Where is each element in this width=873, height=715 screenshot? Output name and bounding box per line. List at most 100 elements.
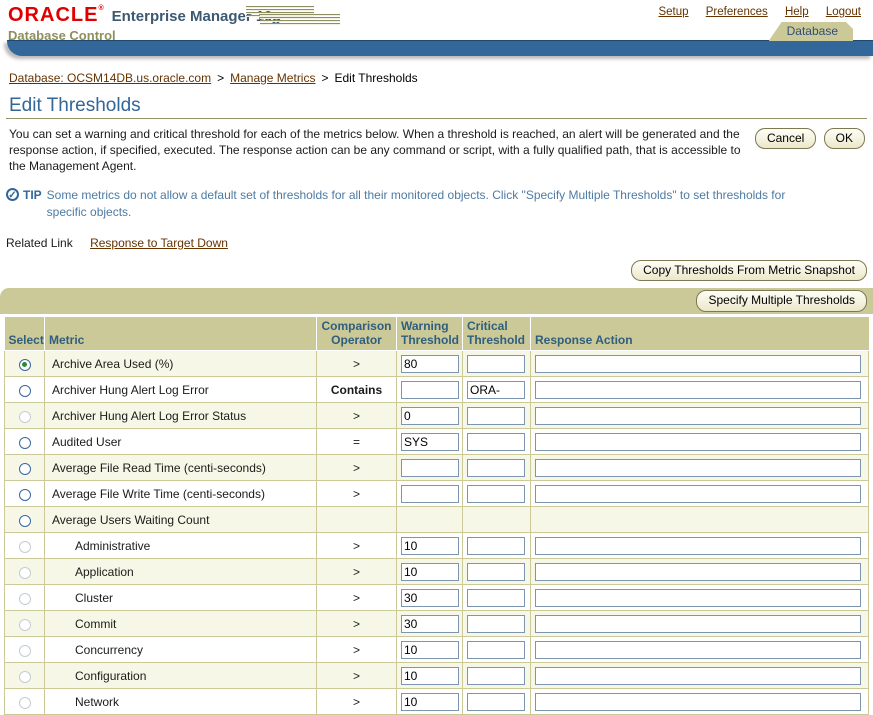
table-row: Administrative > [5,533,869,559]
setup-link[interactable]: Setup [658,6,688,18]
logout-link[interactable]: Logout [826,6,861,18]
copy-thresholds-button[interactable]: Copy Thresholds From Metric Snapshot [631,260,867,281]
critical-threshold-input[interactable] [467,615,525,633]
tip-note: ✓ TIP Some metrics do not allow a defaul… [6,187,873,219]
global-links: Setup Preferences Help Logout [644,6,861,18]
response-to-target-down-link[interactable]: Response to Target Down [90,236,228,250]
warning-threshold-input[interactable] [401,615,459,633]
tab-database[interactable]: Database [769,22,853,41]
warning-threshold-input[interactable] [401,667,459,685]
col-header-comparison-operator: Comparison Operator [317,317,397,351]
warning-threshold-input[interactable] [401,433,459,451]
table-row: Configuration > [5,663,869,689]
comparison-operator: > [317,559,397,585]
breadcrumb: Database: OCSM14DB.us.oracle.com>Manage … [9,71,873,85]
page-title: Edit Thresholds [9,95,873,117]
comparison-operator: > [317,663,397,689]
response-action-input[interactable] [535,485,861,503]
critical-threshold-input[interactable] [467,433,525,451]
response-action-input[interactable] [535,693,861,711]
select-radio[interactable] [19,489,31,501]
response-action-input[interactable] [535,407,861,425]
warning-threshold-input[interactable] [401,537,459,555]
warning-threshold-input[interactable] [401,693,459,711]
response-action-input[interactable] [535,381,861,399]
table-header-row: Select Metric Comparison Operator Warnin… [5,317,869,351]
critical-threshold-input[interactable] [467,407,525,425]
critical-threshold-input[interactable] [467,459,525,477]
select-radio [19,411,31,423]
select-radio [19,593,31,605]
warning-threshold-input[interactable] [401,589,459,607]
breadcrumb-current: Edit Thresholds [335,71,418,85]
database-control-subtitle: Database Control [8,28,865,43]
table-row: Average Users Waiting Count [5,507,869,533]
comparison-operator: > [317,533,397,559]
critical-threshold-input[interactable] [467,641,525,659]
comparison-operator [317,507,397,533]
select-radio [19,645,31,657]
select-radio[interactable] [19,437,31,449]
comparison-operator: > [317,481,397,507]
cancel-button[interactable]: Cancel [755,128,816,149]
ok-button[interactable]: OK [824,128,865,149]
table-row: Cluster > [5,585,869,611]
help-link[interactable]: Help [785,6,809,18]
table-row: Archiver Hung Alert Log Error Contains [5,377,869,403]
critical-threshold-input[interactable] [467,381,525,399]
tip-check-icon: ✓ [6,188,19,201]
warning-threshold-input[interactable] [401,407,459,425]
response-action-input[interactable] [535,537,861,555]
critical-threshold-input[interactable] [467,355,525,373]
related-link-section: Related Link Response to Target Down [6,236,873,250]
page-description: You can set a warning and critical thres… [9,127,755,174]
table-row: Archive Area Used (%) > [5,351,869,377]
select-radio[interactable] [19,385,31,397]
response-action-input[interactable] [535,589,861,607]
critical-threshold-input[interactable] [467,563,525,581]
comparison-operator: > [317,637,397,663]
comparison-operator: > [317,351,397,377]
oracle-logo: ORACLE® [8,5,105,25]
critical-threshold-input[interactable] [467,537,525,555]
select-radio [19,619,31,631]
warning-threshold-input[interactable] [401,355,459,373]
response-action-input[interactable] [535,459,861,477]
warning-threshold-input[interactable] [401,459,459,477]
metric-name: Configuration [45,663,317,689]
response-action-input[interactable] [535,641,861,659]
select-radio [19,697,31,709]
specify-multiple-thresholds-button[interactable]: Specify Multiple Thresholds [696,290,867,311]
critical-threshold-input[interactable] [467,589,525,607]
breadcrumb-database-link[interactable]: Database: OCSM14DB.us.oracle.com [9,71,211,85]
warning-threshold-input[interactable] [401,641,459,659]
response-action-input[interactable] [535,563,861,581]
col-header-response-action: Response Action [531,317,869,351]
response-action-input[interactable] [535,433,861,451]
metric-name: Archiver Hung Alert Log Error [45,377,317,403]
preferences-link[interactable]: Preferences [706,6,768,18]
warning-threshold-input[interactable] [401,563,459,581]
tip-text: Some metrics do not allow a default set … [47,187,817,219]
table-row: Concurrency > [5,637,869,663]
critical-threshold-input[interactable] [467,693,525,711]
response-action-input[interactable] [535,667,861,685]
col-header-select: Select [5,317,45,351]
select-radio[interactable] [19,463,31,475]
warning-threshold-input[interactable] [401,485,459,503]
response-action-input[interactable] [535,615,861,633]
critical-threshold-input[interactable] [467,485,525,503]
select-radio[interactable] [19,359,31,371]
col-header-critical-threshold: Critical Threshold [463,317,531,351]
related-link-label: Related Link [6,236,73,250]
critical-threshold-input[interactable] [467,667,525,685]
select-radio [19,567,31,579]
select-radio[interactable] [19,515,31,527]
page-actions: Cancel OK [755,127,865,149]
warning-threshold-input[interactable] [401,381,459,399]
stripes-decoration [260,14,340,25]
response-action-input[interactable] [535,355,861,373]
breadcrumb-manage-metrics-link[interactable]: Manage Metrics [230,71,315,85]
table-row: Commit > [5,611,869,637]
comparison-operator: = [317,429,397,455]
